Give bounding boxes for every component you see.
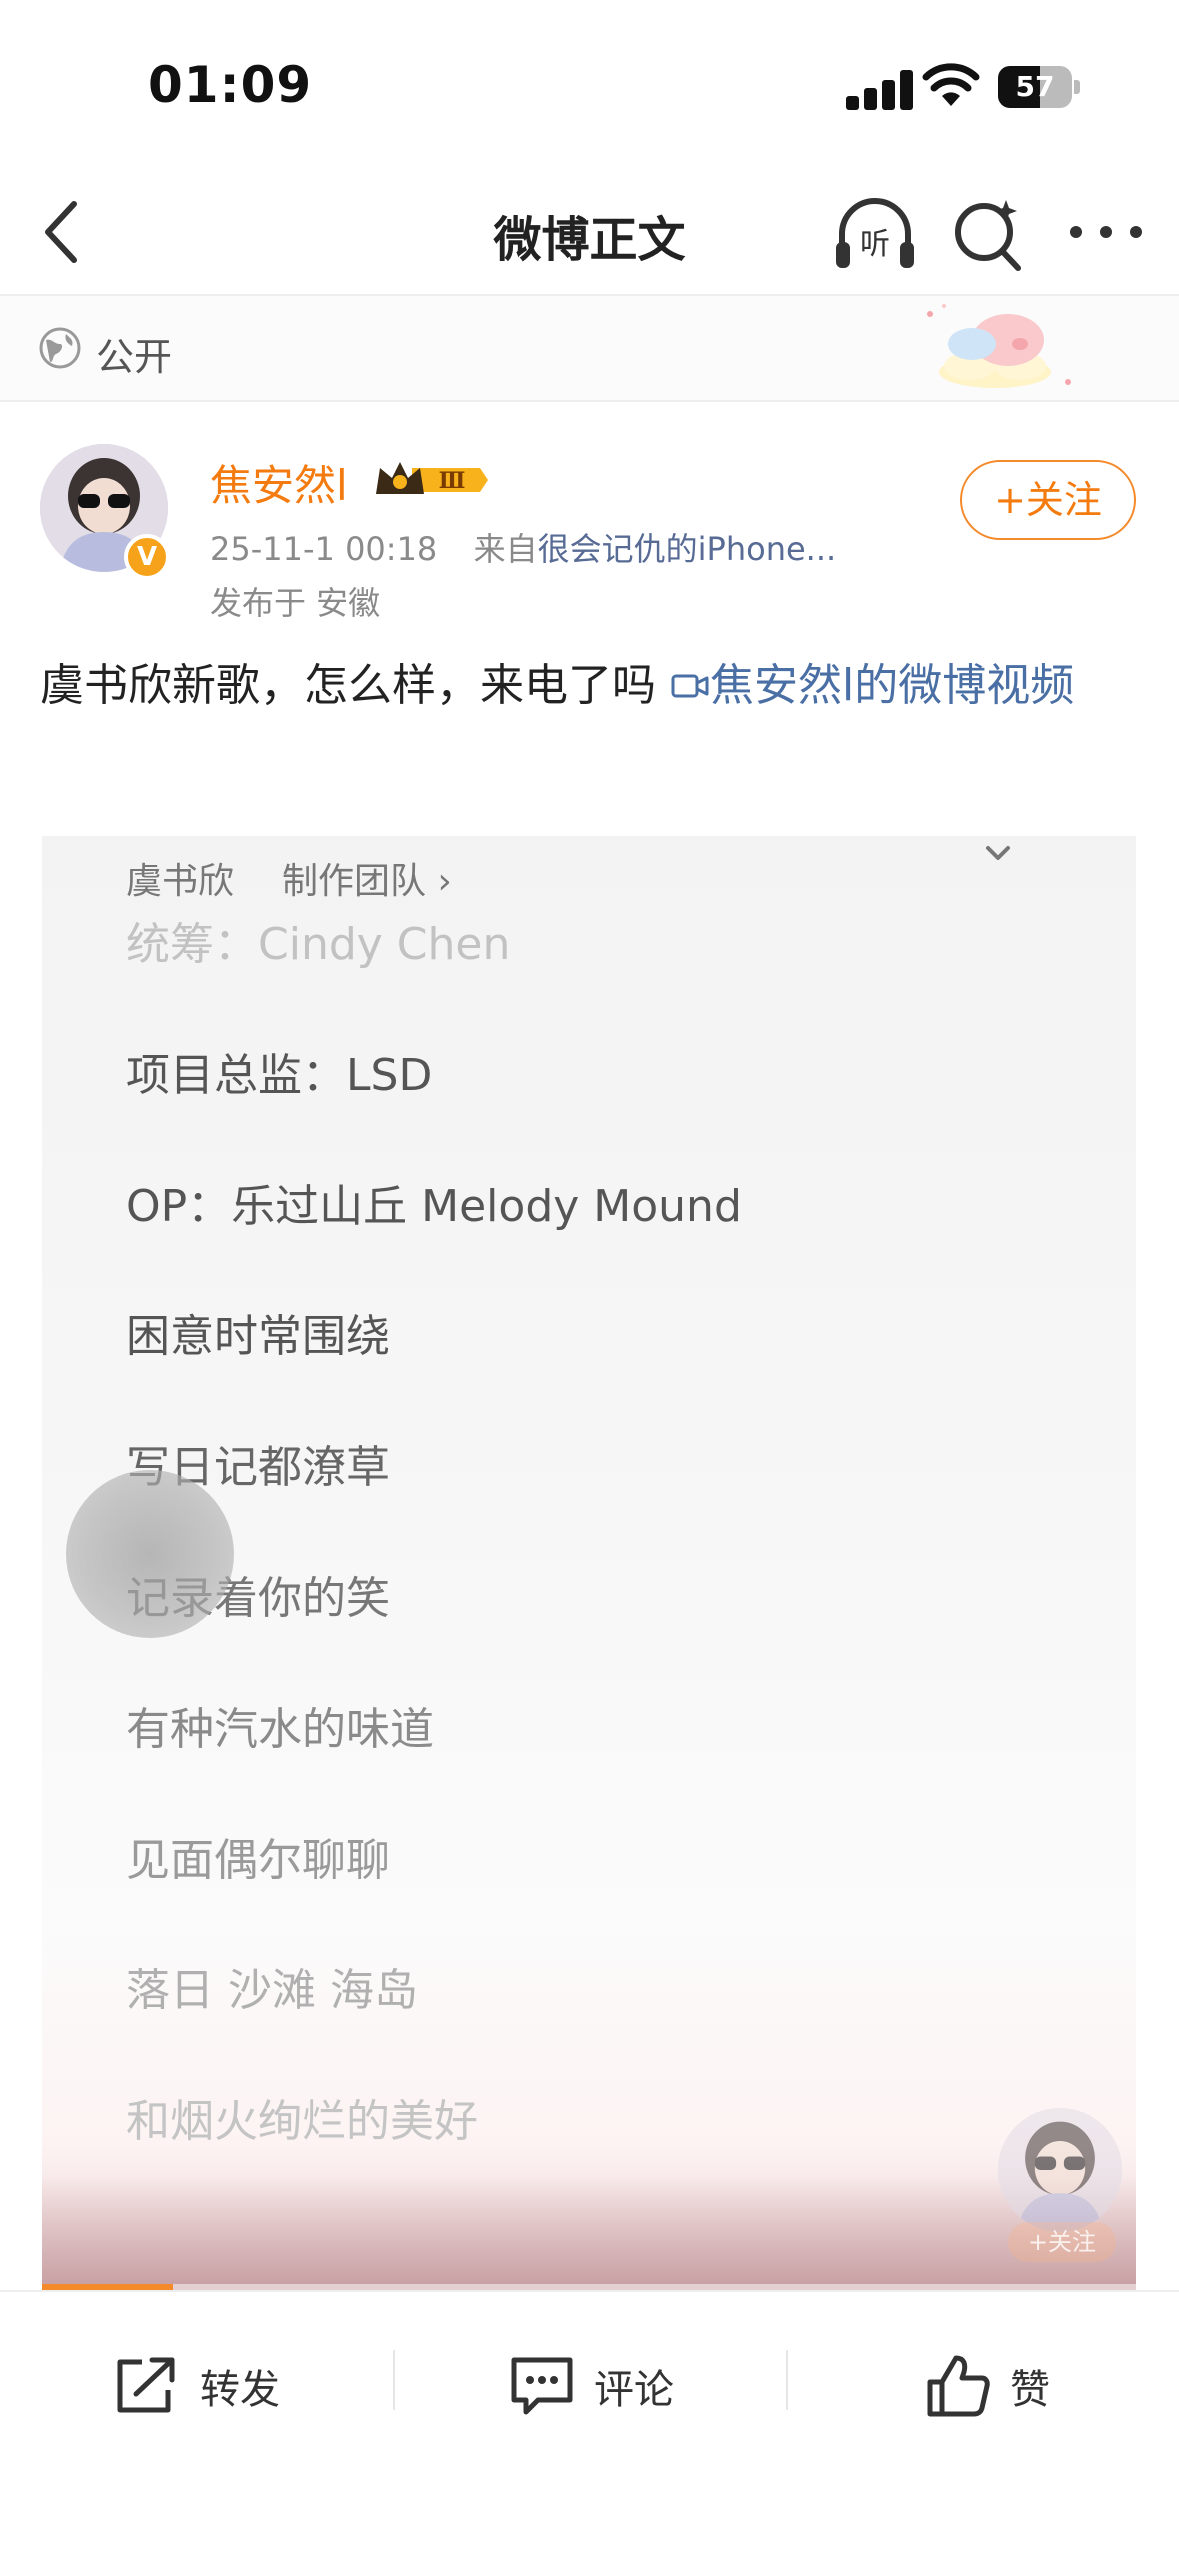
thumbs-up-icon (927, 2355, 990, 2417)
headphones-icon: 听 (836, 198, 914, 268)
post-body: 虞书欣新歌，怎么样，来电了吗 (40, 660, 656, 711)
video-link-text[interactable]: 焦安然l的微博视频 (710, 660, 1074, 711)
listen-label: 听 (860, 227, 890, 262)
lyric-line: OP：乐过山丘 Melody Mound (126, 1180, 742, 1232)
post-time: 25-11-1 00:18 (210, 530, 438, 568)
lyric-line: 落日 沙滩 海岛 (126, 1965, 418, 2017)
video-singer: 虞书欣 (126, 861, 235, 902)
pig-cloud-decoration (927, 304, 1071, 388)
cellular-signal-icon (846, 70, 914, 110)
status-time: 01:09 (148, 56, 313, 114)
battery-level: 57 (1015, 70, 1055, 103)
nav-bar: 微博正文 听 (0, 170, 1179, 294)
chevron-right-icon: › (437, 861, 452, 902)
post-meta: 25-11-1 00:18 来自很会记仇的iPhone... (210, 524, 836, 570)
bottom-toolbar: 转发 评论 赞 (0, 2290, 1179, 2556)
assistive-touch-button[interactable] (66, 1470, 234, 1638)
globe-icon (39, 327, 81, 369)
battery-icon: 57 (998, 66, 1080, 108)
author-name[interactable]: 焦安然l (210, 452, 348, 513)
like-button[interactable]: 赞 (924, 2346, 1050, 2426)
share-icon (117, 2357, 175, 2413)
follow-button[interactable]: +关注 (960, 460, 1136, 540)
comment-icon (511, 2357, 573, 2415)
more-icon[interactable] (1064, 200, 1148, 264)
lyric-line: 见面偶尔聊聊 (126, 1834, 390, 1886)
video-bottom-shade (42, 2176, 1136, 2290)
comment-label: 评论 (594, 2367, 674, 2413)
repost-label: 转发 (200, 2367, 280, 2413)
search-icon[interactable] (950, 194, 1028, 274)
source-prefix: 来自 (473, 530, 538, 568)
vip-level: Ⅲ (439, 468, 466, 494)
post-text: 虞书欣新歌，怎么样，来电了吗 焦安然l的微博视频 (40, 652, 1150, 720)
video-author-avatar[interactable] (998, 2108, 1122, 2232)
video-camera-icon (671, 674, 709, 698)
chevron-down-icon[interactable] (978, 838, 1018, 868)
visibility-bar: 公开 (0, 294, 1179, 402)
video-link[interactable]: 焦安然l的微博视频 (670, 660, 1074, 711)
comment-button[interactable]: 评论 (508, 2346, 674, 2426)
video-follow-button[interactable]: +关注 (1008, 2222, 1116, 2262)
status-bar: 01:09 57 (0, 0, 1179, 170)
post-location: 发布于 安徽 (210, 584, 381, 622)
visibility-label: 公开 (96, 335, 173, 379)
toolbar-divider (786, 2350, 788, 2410)
like-label: 赞 (1010, 2367, 1050, 2413)
lyric-line: 和烟火绚烂的美好 (126, 2096, 478, 2148)
listen-button[interactable]: 听 (832, 192, 918, 276)
lyric-line: 统筹：Cindy Chen (126, 919, 511, 970)
video-team: 制作团队 (282, 861, 427, 902)
lyric-line: 困意时常围绕 (126, 1311, 390, 1363)
wifi-icon (922, 63, 980, 106)
video-team-link[interactable]: 制作团队 › (282, 852, 452, 904)
post-source[interactable]: 很会记仇的iPhone... (538, 530, 837, 568)
repost-button[interactable]: 转发 (112, 2346, 280, 2426)
toolbar-divider (393, 2350, 395, 2410)
lyric-line: 有种汽水的味道 (126, 1703, 434, 1755)
vip-crown-icon: Ⅲ (372, 454, 490, 506)
verified-badge: V (124, 534, 170, 580)
lyric-line: 项目总监：LSD (126, 1049, 433, 1101)
